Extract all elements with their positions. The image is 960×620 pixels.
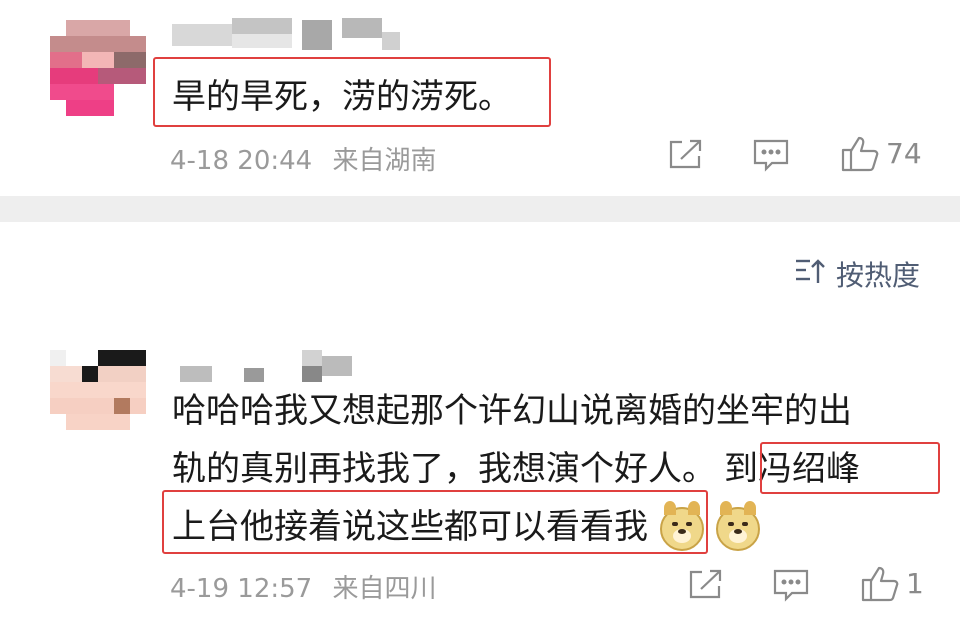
thumbs-up-icon xyxy=(861,566,899,602)
comment-time: 4-18 20:44 xyxy=(170,146,313,176)
thumbs-up-icon xyxy=(841,136,879,172)
like-count: 74 xyxy=(886,136,922,170)
comment-meta: 4-18 20:44 来自湖南 xyxy=(170,140,436,177)
avatar[interactable] xyxy=(50,20,146,116)
highlight-box xyxy=(153,57,551,127)
sort-label: 按热度 xyxy=(835,259,920,292)
highlight-box xyxy=(760,442,940,494)
section-divider xyxy=(0,196,960,222)
comment-time: 4-19 12:57 xyxy=(170,574,313,604)
sort-toggle[interactable]: 按热度 xyxy=(794,254,920,294)
comment-meta: 4-19 12:57 来自四川 xyxy=(170,568,436,605)
username-blurred[interactable] xyxy=(172,350,372,384)
like-button[interactable]: 74 xyxy=(840,134,922,172)
comment-location: 来自湖南 xyxy=(332,146,437,176)
comment-icon xyxy=(753,139,789,172)
avatar[interactable] xyxy=(50,350,146,446)
comment-icon xyxy=(773,569,809,602)
highlight-box xyxy=(162,490,708,554)
comment-text-line: 哈哈哈我又想起那个许幻山说离婚的坐牢的出 xyxy=(172,391,852,431)
comment-location: 来自四川 xyxy=(332,574,437,604)
like-count: 1 xyxy=(906,566,924,600)
reply-button[interactable] xyxy=(752,138,790,172)
doge-emoji xyxy=(716,500,760,551)
like-button[interactable]: 1 xyxy=(860,564,924,602)
share-icon xyxy=(669,139,702,169)
sort-icon xyxy=(794,257,826,292)
share-icon xyxy=(689,569,722,599)
share-button[interactable] xyxy=(668,138,704,170)
share-button[interactable] xyxy=(688,568,724,600)
username-blurred[interactable] xyxy=(172,18,402,52)
reply-button[interactable] xyxy=(772,568,810,602)
